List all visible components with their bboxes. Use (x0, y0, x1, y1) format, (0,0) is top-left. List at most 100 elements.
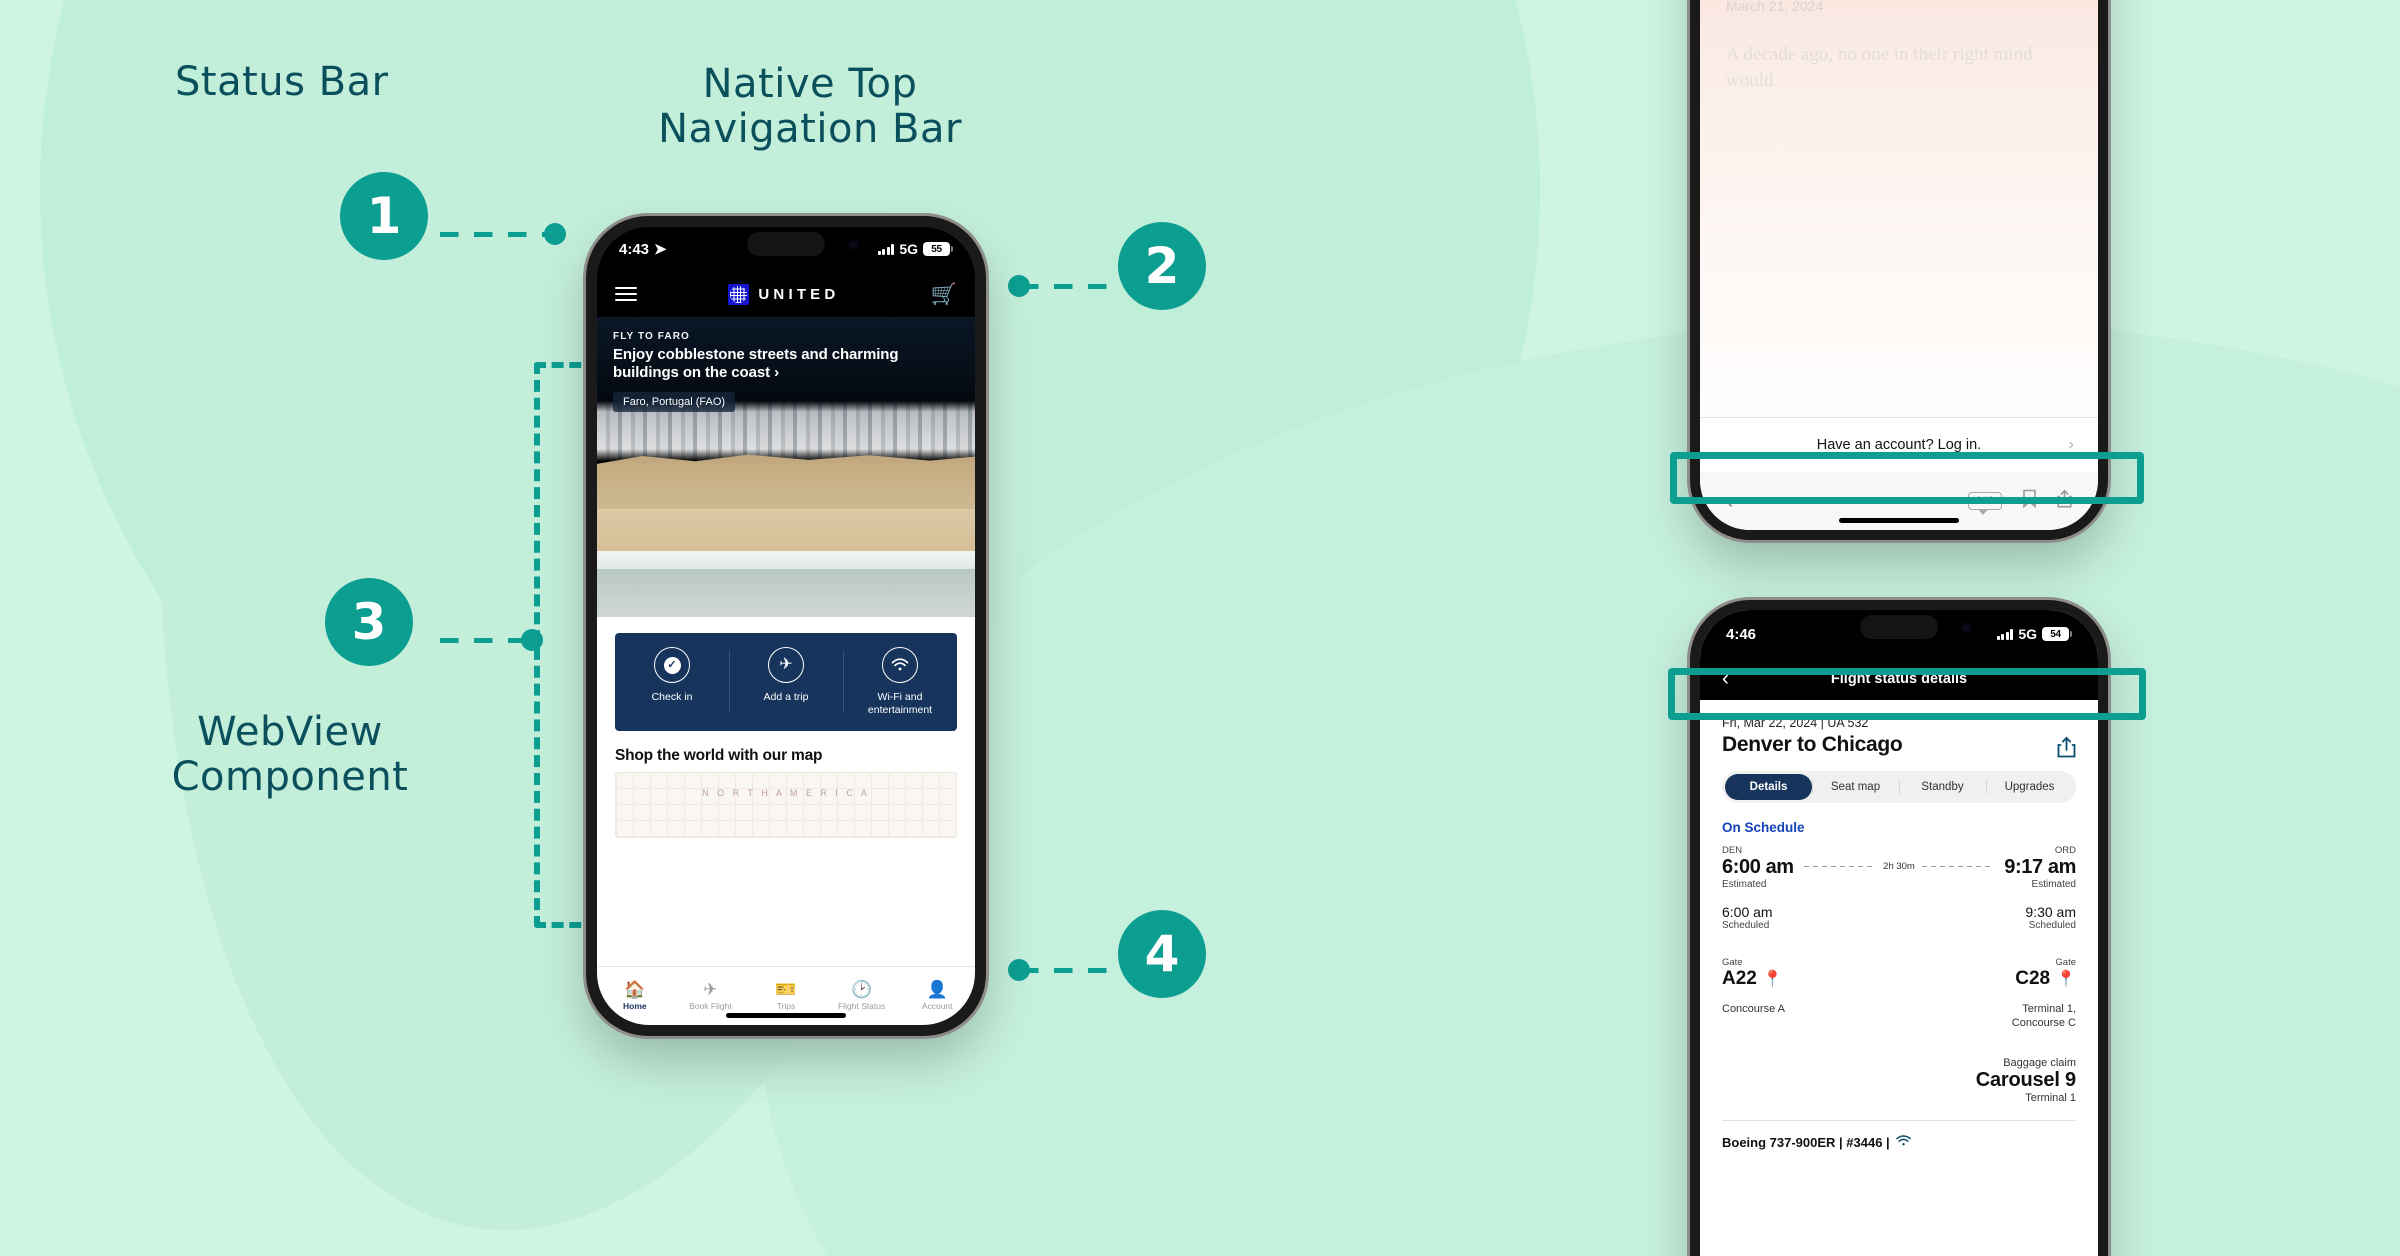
tab-home[interactable]: 🏠 Home (597, 981, 673, 1011)
cellular-signal-icon (1996, 628, 2014, 640)
reddit-screen: Fran Caballero Reporting from San Franci… (1700, 0, 2098, 530)
native-top-navigation-bar: ‹ Flight status details (1700, 658, 2098, 700)
map-pin-icon[interactable]: 📍 (2056, 969, 2076, 989)
quick-action-add-a-trip[interactable]: ✈ Add a trip (729, 647, 843, 717)
front-camera (848, 239, 859, 250)
aircraft-text: Boeing 737-900ER | #3446 | (1722, 1134, 1890, 1150)
annotation-label-status-bar: Status Bar (175, 59, 389, 105)
clock-icon: 🕑 (850, 980, 873, 999)
hero-headline-text: Enjoy cobblestone streets and charming b… (613, 346, 899, 382)
reddit-article-phone: Fran Caballero Reporting from San Franci… (1690, 0, 2108, 540)
chevron-left-icon[interactable]: ‹ (1722, 667, 1729, 691)
share-icon[interactable] (2057, 489, 2072, 513)
quick-action-label: Add a trip (763, 691, 809, 703)
route-title: Denver to Chicago (1722, 733, 1903, 756)
article-body-text: A decade ago, no one in their right mind… (1726, 44, 2033, 91)
ios-status-bar: 4:43 ➤ 5G 55 (597, 227, 975, 271)
battery-tip (951, 246, 953, 252)
battery-level: 54 (2042, 627, 2069, 641)
quick-action-label: Check in (651, 691, 693, 703)
origin-concourse: Concourse A (1722, 1003, 1785, 1015)
flight-status-screen: 4:46 5G 54 ‹ Flight status details Fri, … (1700, 610, 2098, 1256)
destination-gate-value: C28 📍 (2012, 968, 2076, 990)
map-pin-icon[interactable]: 📍 (1763, 969, 1783, 989)
destination-qualifier: Estimated (2031, 879, 2076, 890)
page-title: Flight status details (1830, 671, 1968, 687)
destination-scheduled: 9:30 am Scheduled (2025, 904, 2076, 931)
article-date: March 21, 2024 (1726, 0, 1824, 14)
united-app-phone: 4:43 ➤ 5G 55 UNITED 🛒 FLY TO FARO Enjoy … (586, 216, 986, 1036)
annotation-label-webview-component: WebView Component (171, 709, 409, 800)
background-blob-right (760, 320, 2400, 1256)
share-icon[interactable] (2057, 736, 2076, 764)
world-map-widget[interactable]: N O R T H A M E R I C A (615, 772, 957, 839)
quick-action-check-in[interactable]: ✓ Check in (615, 647, 729, 717)
status-badge: On Schedule (1722, 820, 1805, 835)
origin-time: 6:00 am (1722, 856, 1794, 878)
chevron-right-icon: › (774, 364, 779, 382)
united-top-navigation-bar: UNITED 🛒 (597, 271, 975, 317)
status-bar-time: 4:43 (619, 240, 650, 258)
status-bar-left: 4:43 ➤ (619, 240, 667, 259)
annotation-connector-2 (1020, 284, 1120, 289)
destination-concourse: Terminal 1, Concourse C (2011, 1003, 2076, 1030)
hero-sea (597, 569, 975, 617)
diagram-canvas: Status Bar 1 Native Top Navigation Bar 2… (0, 0, 2400, 1256)
tab-account[interactable]: 👤 Account (899, 981, 975, 1011)
battery-indicator: 54 (2042, 627, 2072, 641)
comment-count-badge[interactable]: 140 (1967, 492, 2002, 515)
annotation-connector-4 (1020, 968, 1120, 973)
destination-block: ORD 9:17 am Estimated (2004, 845, 2076, 890)
dynamic-island (747, 232, 825, 256)
quick-action-wifi-entertainment[interactable]: Wi-Fi and entertainment (843, 647, 957, 717)
dashed-line-left (1803, 866, 1877, 867)
gate-caption: Gate (2055, 957, 2076, 968)
shop-map-heading: Shop the world with our map (615, 747, 823, 765)
annotation-badge-2: 2 (1118, 222, 1206, 310)
annotation-label-native-top-navigation-bar: Native Top Navigation Bar (658, 61, 962, 152)
origin-gate-value: A22 📍 (1722, 968, 1785, 990)
login-row[interactable]: Have an account? Log in. › (1700, 417, 2098, 472)
tab-seat-map[interactable]: Seat map (1812, 774, 1899, 800)
divider (1722, 1119, 2076, 1121)
flight-status-phone: 4:46 5G 54 ‹ Flight status details Fri, … (1690, 600, 2108, 1256)
quick-actions-card: ✓ Check in ✈ Add a trip Wi-Fi and entert… (615, 633, 957, 732)
united-brand: UNITED (728, 283, 839, 305)
chevron-left-icon[interactable]: ‹ (1726, 488, 1733, 514)
shopping-cart-icon[interactable]: 🛒 (931, 284, 957, 305)
tab-standby[interactable]: Standby (1899, 774, 1986, 800)
map-region-label: N O R T H A M E R I C A (702, 788, 870, 799)
united-screen: 4:43 ➤ 5G 55 UNITED 🛒 FLY TO FARO Enjoy … (597, 227, 975, 1025)
annotation-badge-4: 4 (1118, 910, 1206, 998)
ticket-icon: 🎫 (775, 980, 797, 999)
origin-code: DEN (1722, 845, 1743, 856)
tab-trips[interactable]: 🎫 Trips (748, 981, 824, 1011)
tab-details[interactable]: Details (1725, 774, 1812, 800)
baggage-terminal: Terminal 1 (2025, 1091, 2076, 1104)
origin-scheduled-time: 6:00 am (1722, 904, 1773, 920)
annotation-badge-3: 3 (325, 578, 413, 666)
status-bar-right: 5G 55 (877, 241, 953, 257)
battery-level: 55 (923, 242, 950, 256)
tab-upgrades[interactable]: Upgrades (1986, 774, 2073, 800)
article-body: Fran Caballero Reporting from San Franci… (1700, 0, 2098, 472)
gate-number: C28 (2015, 968, 2051, 989)
tab-label: Home (622, 1001, 647, 1011)
home-icon: 🏠 (624, 980, 646, 999)
hero-text-block: FLY TO FARO Enjoy cobblestone streets an… (613, 331, 959, 412)
bookmark-icon[interactable] (2022, 489, 2037, 513)
annotation-connector-3 (440, 638, 530, 643)
tab-book-flight[interactable]: ✈ Book Flight (673, 981, 749, 1011)
battery-tip (2070, 631, 2072, 637)
home-indicator (726, 1013, 846, 1018)
hero-eyebrow: FLY TO FARO (613, 331, 690, 342)
tab-flight-status[interactable]: 🕑 Flight Status (824, 981, 900, 1011)
hamburger-menu-icon[interactable] (615, 287, 637, 301)
login-row-label: Have an account? Log in. (1816, 437, 1982, 453)
origin-scheduled: 6:00 am Scheduled (1722, 904, 1773, 931)
annotation-dot-4 (1008, 959, 1030, 981)
location-arrow-icon: ➤ (654, 241, 667, 258)
hero-promo-card[interactable]: FLY TO FARO Enjoy cobblestone streets an… (597, 317, 975, 617)
baggage-claim-block: Baggage claim Carousel 9 Terminal 1 (1722, 1057, 2076, 1104)
quick-action-label: Wi-Fi and entertainment (867, 691, 933, 717)
